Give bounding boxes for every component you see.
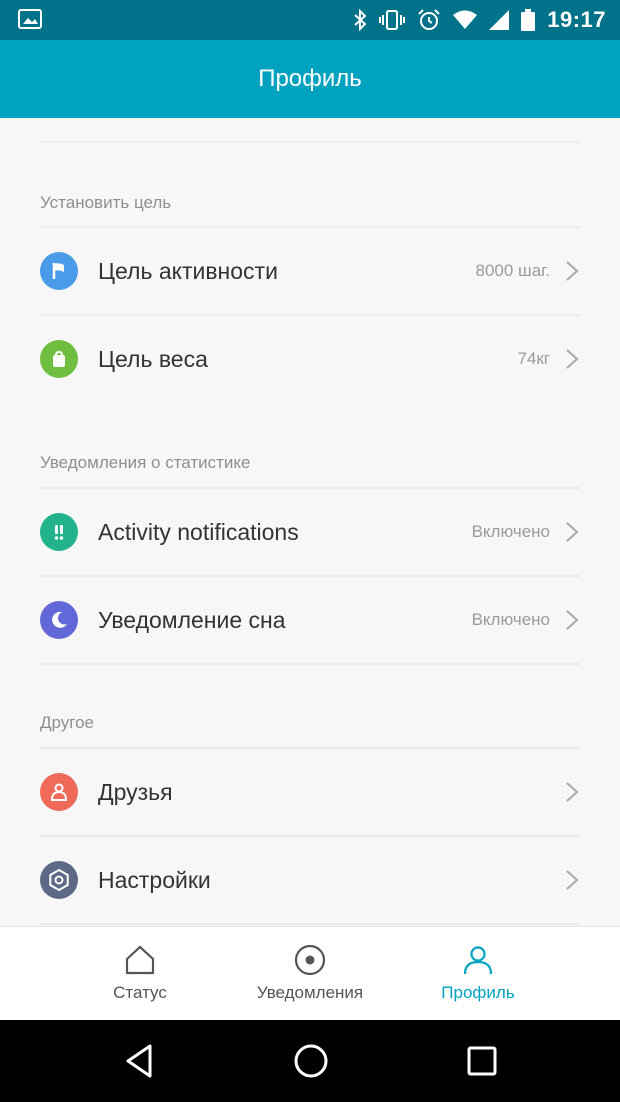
bottom-navigation: Статус Уведомления Профиль [0, 926, 620, 1020]
activity-notifications-value: Включено [471, 522, 550, 541]
weight-goal-label: Цель веса [98, 345, 208, 372]
chevron-right-icon [566, 349, 579, 369]
settings-icon [40, 861, 78, 899]
notifications-icon [294, 944, 326, 976]
wifi-icon [453, 10, 478, 30]
tab-notifications[interactable]: Уведомления [235, 927, 385, 1021]
activity-goal-row[interactable]: Цель активности 8000 шаг. [40, 228, 580, 314]
profile-icon [463, 946, 493, 975]
sleep-notification-value: Включено [471, 610, 550, 629]
battery-icon [521, 9, 536, 31]
settings-row[interactable]: Настройки [40, 837, 580, 923]
home-button-icon[interactable] [292, 1042, 330, 1080]
status-bar: 19:17 [0, 0, 620, 40]
profile-content[interactable]: Установить цель Цель активности 8000 шаг… [0, 118, 620, 926]
sleep-notification-label: Уведомление сна [98, 606, 286, 633]
bluetooth-icon [353, 9, 367, 31]
friends-label: Друзья [98, 778, 173, 805]
section-header-goals: Установить цель [40, 193, 172, 212]
alert-icon [40, 513, 78, 551]
chevron-right-icon [566, 522, 579, 542]
tab-status-label: Статус [113, 983, 167, 1002]
recents-icon[interactable] [466, 1042, 498, 1080]
moon-icon [40, 601, 78, 639]
weight-goal-value: 74кг [517, 349, 550, 368]
home-icon [125, 945, 155, 975]
friends-icon [40, 773, 78, 811]
tab-notifications-label: Уведомления [256, 983, 364, 1002]
alarm-icon [417, 8, 441, 32]
friends-row[interactable]: Друзья [40, 749, 580, 835]
vibrate-icon [379, 9, 406, 31]
weight-icon [40, 340, 78, 378]
activity-notifications-row[interactable]: Activity notifications Включено [40, 489, 580, 575]
tab-status[interactable]: Статус [90, 927, 190, 1021]
tab-profile-label: Профиль [441, 983, 515, 1002]
section-header-notifications: Уведомления о статистике [40, 453, 251, 472]
activity-goal-label: Цель активности [98, 257, 278, 284]
chevron-right-icon [566, 261, 579, 281]
divider [40, 923, 580, 925]
weight-goal-row[interactable]: Цель веса 74кг [40, 316, 580, 402]
image-notification-icon [18, 9, 42, 29]
flag-icon [40, 252, 78, 290]
back-icon[interactable] [122, 1042, 156, 1080]
divider [40, 663, 580, 665]
activity-goal-value: 8000 шаг. [475, 261, 550, 280]
settings-label: Настройки [98, 866, 211, 893]
page-title: Профиль [258, 65, 362, 92]
system-navigation-bar [0, 1020, 620, 1102]
chevron-right-icon [566, 870, 579, 890]
sleep-notification-row[interactable]: Уведомление сна Включено [40, 577, 580, 663]
tab-profile[interactable]: Профиль [420, 927, 536, 1021]
status-time: 19:17 [547, 7, 606, 32]
activity-notifications-label: Activity notifications [98, 518, 299, 545]
divider [40, 141, 580, 143]
app-bar: Профиль [0, 40, 620, 118]
chevron-right-icon [566, 610, 579, 630]
cell-signal-icon [489, 10, 510, 30]
section-header-other: Другое [40, 713, 95, 732]
chevron-right-icon [566, 782, 579, 802]
